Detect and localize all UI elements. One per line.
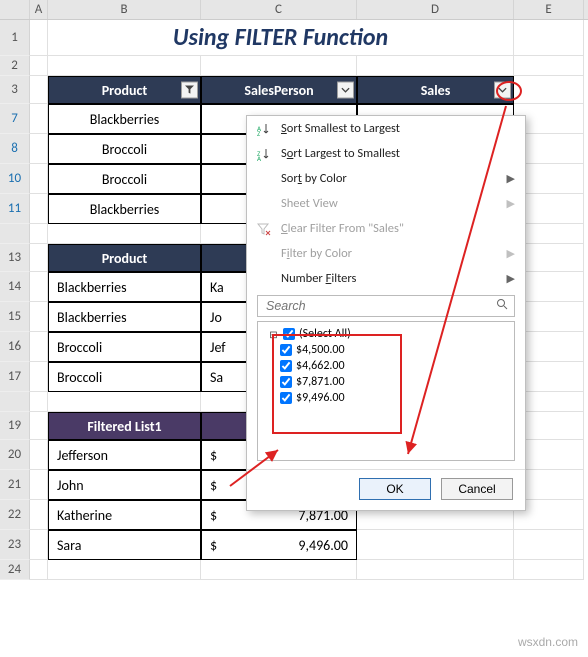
svg-text:A: A (257, 154, 262, 161)
row-header[interactable]: 20 (0, 440, 30, 470)
sort-ascending[interactable]: AZ Sort Smallest to Largest (247, 116, 525, 141)
sort-by-color[interactable]: Sort by Color ▶ (247, 166, 525, 191)
row-header[interactable]: 19 (0, 412, 30, 440)
col-D[interactable]: D (357, 0, 514, 19)
row-header[interactable]: 22 (0, 500, 30, 530)
header-label: Sales (421, 82, 451, 99)
list-item[interactable]: $4,662.00 (264, 358, 508, 374)
sort-asc-icon: AZ (255, 122, 273, 136)
clear-filter: Clear Filter From "Sales" (247, 216, 525, 241)
col-A[interactable]: A (30, 0, 48, 19)
list-item[interactable]: $9,496.00 (264, 390, 508, 406)
search-icon (496, 298, 508, 314)
row-header[interactable]: 21 (0, 470, 30, 500)
list-item[interactable]: $7,871.00 (264, 374, 508, 390)
header-product[interactable]: Product (48, 76, 201, 104)
column-headers: A B C D E (0, 0, 588, 20)
header-sales[interactable]: Sales (357, 76, 514, 104)
row-header[interactable]: 2 (0, 56, 30, 76)
chevron-right-icon: ▶ (507, 197, 515, 210)
watermark: wsxdn.com (518, 635, 578, 649)
chevron-right-icon: ▶ (507, 272, 515, 285)
row-header[interactable]: 16 (0, 332, 30, 362)
row-header[interactable] (0, 224, 30, 244)
menu-buttons: OK Cancel (247, 469, 525, 510)
row-header[interactable]: 14 (0, 272, 30, 302)
sort-descending[interactable]: ZA Sort Largest to Smallest (247, 141, 525, 166)
col-E[interactable]: E (514, 0, 584, 19)
row-header[interactable]: 10 (0, 164, 30, 194)
row-header[interactable]: 1 (0, 20, 30, 56)
checkbox[interactable] (280, 360, 292, 372)
row-header[interactable] (0, 392, 30, 412)
clear-filter-icon (255, 222, 273, 236)
row-header[interactable]: 15 (0, 302, 30, 332)
table-cell[interactable]: Blackberries (48, 104, 201, 134)
row-header[interactable]: 7 (0, 104, 30, 134)
page-title: Using FILTER Function (48, 20, 514, 56)
table-cell[interactable]: $9,496.00 (201, 530, 357, 560)
chevron-down-icon (341, 86, 350, 95)
checkbox[interactable] (280, 392, 292, 404)
header-label: Product (102, 82, 148, 99)
header-filtered-list[interactable]: Filtered List1 (48, 412, 201, 440)
table-cell[interactable]: Katherine (48, 500, 201, 530)
filter-button-salesperson[interactable] (337, 82, 354, 99)
table-cell[interactable]: Broccoli (48, 164, 201, 194)
checkbox-select-all[interactable] (283, 328, 295, 340)
chevron-right-icon: ▶ (507, 247, 515, 260)
sheet-view: Sheet View ▶ (247, 191, 525, 216)
row-header[interactable]: 3 (0, 76, 30, 104)
cancel-button[interactable]: Cancel (441, 478, 513, 500)
header-product-2[interactable]: Product (48, 244, 201, 272)
filter-menu: AZ Sort Smallest to Largest ZA Sort Larg… (246, 115, 526, 511)
tree-dash-icon: ⊟ (268, 329, 279, 340)
checkbox[interactable] (280, 344, 292, 356)
filter-icon (185, 86, 194, 95)
row-header[interactable]: 17 (0, 362, 30, 392)
search-input[interactable] (264, 298, 496, 314)
header-label: SalesPerson (244, 82, 313, 99)
sort-desc-icon: ZA (255, 147, 273, 161)
row-header[interactable]: 13 (0, 244, 30, 272)
table-cell[interactable]: Blackberries (48, 194, 201, 224)
filter-button-product[interactable] (181, 82, 198, 99)
ok-button[interactable]: OK (359, 478, 431, 500)
checkbox[interactable] (280, 376, 292, 388)
list-item[interactable]: ⊟(Select All) (264, 326, 508, 342)
number-filters[interactable]: Number Filters ▶ (247, 266, 525, 291)
filter-by-color: Filter by Color ▶ (247, 241, 525, 266)
chevron-down-icon (498, 86, 507, 95)
list-item[interactable]: $4,500.00 (264, 342, 508, 358)
col-B[interactable]: B (48, 0, 201, 19)
header-salesperson[interactable]: SalesPerson (201, 76, 357, 104)
table-cell[interactable]: John (48, 470, 201, 500)
chevron-right-icon: ▶ (507, 172, 515, 185)
table-cell[interactable]: Jefferson (48, 440, 201, 470)
row-header[interactable]: 23 (0, 530, 30, 560)
table-cell[interactable]: Broccoli (48, 362, 201, 392)
filter-values-list[interactable]: ⊟(Select All) $4,500.00 $4,662.00 $7,871… (257, 321, 515, 461)
col-C[interactable]: C (201, 0, 357, 19)
filter-button-sales[interactable] (494, 82, 511, 99)
table-cell[interactable]: Broccoli (48, 332, 201, 362)
row-header[interactable]: 24 (0, 560, 30, 580)
row-header[interactable]: 11 (0, 194, 30, 224)
row-header[interactable]: 8 (0, 134, 30, 164)
filter-search[interactable] (257, 295, 515, 317)
table-cell[interactable]: Broccoli (48, 134, 201, 164)
table-cell[interactable]: Blackberries (48, 272, 201, 302)
select-all-corner[interactable] (0, 0, 30, 19)
table-cell[interactable]: Blackberries (48, 302, 201, 332)
table-cell[interactable]: Sara (48, 530, 201, 560)
